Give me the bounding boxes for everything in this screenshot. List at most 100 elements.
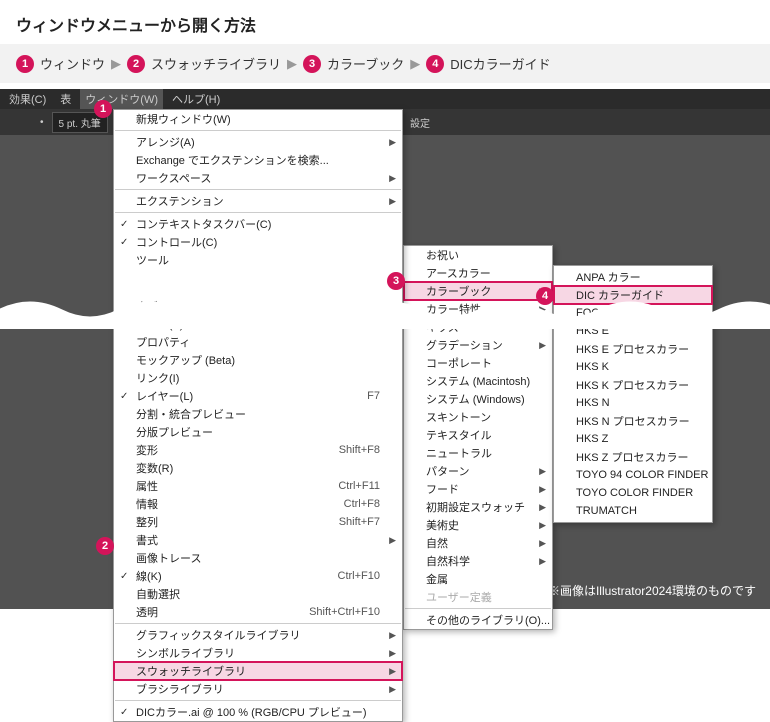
window-menu-item[interactable]: ✓レイヤー(L)F7 [114,387,402,405]
breadcrumb: 1 ウィンドウ ▶ 2 スウォッチライブラリ ▶ 3 カラーブック ▶ 4 DI… [0,44,770,83]
swatch-submenu-item[interactable]: システム (Macintosh) [404,372,552,390]
window-menu-item[interactable]: リンク(I) [114,369,402,387]
colorbook-submenu-item[interactable]: HKS N [554,394,712,412]
menu-separator [115,189,401,190]
swatch-submenu-item[interactable]: その他のライブラリ(O)... [404,611,552,629]
submenu-arrow-icon: ▶ [389,648,396,659]
window-menu-item[interactable]: 自動選択 [114,585,402,603]
app-screenshot: 効果(C) 表 ウィンドウ(W) ヘルプ(H) • 5 pt. 丸筆 設定 新規… [0,89,770,609]
menu-view[interactable]: 表 [55,89,76,109]
window-menu-item[interactable]: 情報Ctrl+F8 [114,495,402,513]
window-menu-item[interactable]: アレンジ(A) ▶ [114,133,402,151]
window-menu-item[interactable]: 変数(R) [114,459,402,477]
submenu-arrow-icon: ▶ [389,684,396,695]
menu-item-label: HKS Z プロセスカラー [576,449,688,465]
toolbar-right[interactable]: 設定 [410,115,430,130]
swatch-submenu-item[interactable]: 美術史 ▶ [404,516,552,534]
window-menu-item[interactable]: 分割・統合プレビュー [114,405,402,423]
colorbook-submenu-item[interactable]: TOYO 94 COLOR FINDER [554,466,712,484]
menu-item-label: TOYO 94 COLOR FINDER [576,469,708,481]
swatch-submenu-item[interactable]: グラデーション▶ [404,336,552,354]
menu-item-label: 美術史 [426,517,459,533]
menu-item-label: HKS E プロセスカラー [576,341,689,357]
window-menu-item[interactable]: 変形Shift+F8 [114,441,402,459]
colorbook-submenu-item[interactable]: HKS K プロセスカラー [554,376,712,394]
swatch-submenu-item[interactable]: ニュートラル [404,444,552,462]
window-menu-item[interactable]: 分版プレビュー [114,423,402,441]
submenu-arrow-icon: ▶ [539,340,546,351]
window-menu-item[interactable]: 書式▶ [114,531,402,549]
colorbook-submenu-item[interactable]: TOYO COLOR FINDER [554,484,712,502]
chevron-icon: ▶ [410,56,420,72]
chevron-icon: ▶ [287,56,297,72]
menu-item-label: アースカラー [426,265,491,281]
colorbook-submenu-item[interactable]: TRUMATCH [554,502,712,520]
menu-item-label: 金属 [426,571,448,587]
swatch-submenu-item[interactable]: パターン▶ [404,462,552,480]
swatch-submenu-item[interactable]: テキスタイル [404,426,552,444]
window-menu-item[interactable]: プロパティ [114,333,402,351]
swatch-submenu-item[interactable]: お祝い [404,246,552,264]
window-menu-item[interactable]: ブラシライブラリ▶ [114,680,402,698]
menu-help[interactable]: ヘルプ(H) [167,89,225,109]
swatch-submenu-item[interactable]: フード▶ [404,480,552,498]
shortcut-label: Ctrl+F10 [308,570,381,582]
colorbook-submenu-item[interactable]: HKS Z プロセスカラー [554,448,712,466]
swatch-submenu-item[interactable]: コーポレート [404,354,552,372]
window-menu-item[interactable]: 属性Ctrl+F11 [114,477,402,495]
swatch-submenu-item[interactable]: 自然科学▶ [404,552,552,570]
submenu-arrow-icon: ▶ [389,137,396,148]
menu-item-label: 画像トレース [136,550,201,566]
colorbook-submenu-item[interactable]: ANPA カラー [554,268,712,286]
window-menu-item[interactable]: スウォッチライブラリ▶ [114,662,402,680]
swatch-submenu-item[interactable]: アースカラー [404,264,552,282]
window-menu-item[interactable]: ✓DICカラー.ai @ 100 % (RGB/CPU プレビュー) [114,703,402,721]
swatch-submenu-item[interactable]: 金属 [404,570,552,588]
menu-item-label: ツール [136,252,169,268]
colorbook-submenu-item[interactable]: HKS E プロセスカラー [554,340,712,358]
stroke-dot-icon: • [40,117,44,128]
menu-item-label: HKS N [576,397,610,409]
window-menu-item[interactable]: エクステンション▶ [114,192,402,210]
window-menu-item[interactable]: 整列Shift+F7 [114,513,402,531]
step-badge-1: 1 [16,55,34,73]
window-menu-item[interactable]: 透明Shift+Ctrl+F10 [114,603,402,621]
window-menu-item[interactable]: ✓コンテキストタスクバー(C) [114,215,402,233]
menu-item-label: 初期設定スウォッチ [426,499,525,515]
step-label-4: DICカラーガイド [450,54,550,73]
menu-item-label: 分割・統合プレビュー [136,406,246,422]
menu-item-label: スウォッチライブラリ [136,663,246,679]
window-menu-item[interactable]: 画像トレース [114,549,402,567]
swatch-submenu-item[interactable]: 自然▶ [404,534,552,552]
step-label-3: カラーブック [327,54,404,73]
window-menu-item[interactable]: ✓線(K)Ctrl+F10 [114,567,402,585]
swatch-submenu-item[interactable]: カラーブック▶ [404,282,552,300]
swatch-submenu-item[interactable]: スキントーン [404,408,552,426]
menu-item-label: 新規ウィンドウ(W) [136,111,231,127]
window-menu-item[interactable]: ✓コントロール(C) [114,233,402,251]
menu-item-label: リンク(I) [136,370,179,386]
window-menu-item[interactable]: モックアップ (Beta) [114,351,402,369]
menu-item-label: 変数(R) [136,460,173,476]
callout-2: 2 [96,537,114,555]
window-menu-item[interactable]: ワークスペース▶ [114,169,402,187]
menu-item-label: ユーザー定義 [426,589,492,605]
window-menu-item[interactable]: グラフィックスタイルライブラリ▶ [114,626,402,644]
colorbook-submenu-item[interactable]: HKS N プロセスカラー [554,412,712,430]
menu-item-label: エクステンション [136,193,224,209]
colorbook-submenu-item[interactable]: HKS K [554,358,712,376]
menu-window[interactable]: ウィンドウ(W) [80,89,163,109]
window-menu-item[interactable]: 新規ウィンドウ(W) [114,110,402,128]
menu-item-label: 自然科学 [426,553,470,569]
swatch-submenu-item[interactable]: システム (Windows) [404,390,552,408]
menu-effects[interactable]: 効果(C) [4,89,51,109]
menu-item-label: パターン [426,463,469,479]
submenu-arrow-icon: ▶ [539,520,546,531]
window-menu-item[interactable]: Exchange でエクステンションを検索... [114,151,402,169]
window-menu-item[interactable]: シンボルライブラリ▶ [114,644,402,662]
menu-item-label: アレンジ(A) [136,134,195,150]
colorbook-submenu-item[interactable]: HKS Z [554,430,712,448]
window-menu-item[interactable]: ツール [114,251,402,269]
menu-item-label: コーポレート [426,355,492,371]
swatch-submenu-item[interactable]: 初期設定スウォッチ▶ [404,498,552,516]
